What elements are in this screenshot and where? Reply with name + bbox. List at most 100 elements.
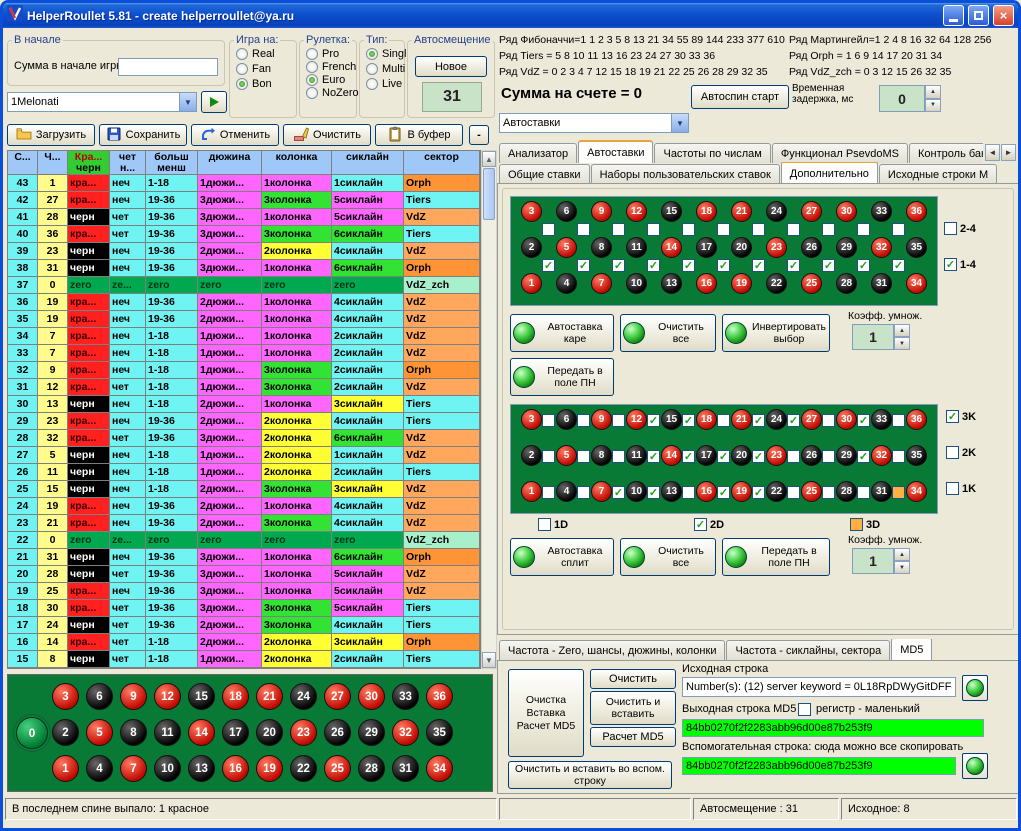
- wheel-number-7[interactable]: 7: [120, 755, 147, 782]
- bet-checkbox[interactable]: [857, 414, 870, 427]
- autobet-split-button[interactable]: Автоставка сплит: [510, 538, 614, 576]
- history-row[interactable]: 4036кра...чет19-363дюжи...3колонка6сикла…: [8, 226, 480, 243]
- bet-number-36[interactable]: 36: [906, 201, 927, 222]
- bet-checkbox[interactable]: [577, 259, 590, 272]
- radio-fan[interactable]: Fan: [236, 63, 275, 75]
- wheel-number-0[interactable]: 0: [16, 717, 48, 749]
- bet-checkbox[interactable]: [612, 450, 625, 463]
- history-row[interactable]: 2832кра...чет19-363дюжи...2колонка6сикла…: [8, 430, 480, 447]
- bet-checkbox[interactable]: [787, 223, 800, 236]
- bet-checkbox[interactable]: [717, 450, 730, 463]
- bet-number-10[interactable]: 10: [626, 273, 647, 294]
- radio-real[interactable]: Real: [236, 48, 275, 60]
- radio-pro[interactable]: Pro: [306, 48, 359, 60]
- bet-checkbox[interactable]: [717, 223, 730, 236]
- history-row[interactable]: 3619кра...неч19-362дюжи...1колонка4сикла…: [8, 294, 480, 311]
- wheel-number-16[interactable]: 16: [222, 755, 249, 782]
- toolbar-undo-button[interactable]: Отменить: [191, 124, 279, 146]
- invert-selection-button[interactable]: Инвертировать выбор: [722, 314, 830, 352]
- history-row[interactable]: 3923черннеч19-362дюжи...2колонка4сиклайн…: [8, 243, 480, 260]
- column-header[interactable]: сиклайн: [332, 151, 404, 175]
- md5-aux-go-button[interactable]: [962, 753, 988, 779]
- checkbox-2d[interactable]: 2D: [694, 518, 724, 531]
- wheel-number-18[interactable]: 18: [222, 683, 249, 710]
- radio-singl[interactable]: Singl: [366, 48, 406, 60]
- bet-checkbox[interactable]: [612, 414, 625, 427]
- wheel-number-14[interactable]: 14: [188, 719, 215, 746]
- wheel-number-4[interactable]: 4: [86, 755, 113, 782]
- scroll-down-icon[interactable]: ▼: [482, 652, 496, 668]
- bet-checkbox[interactable]: [542, 414, 555, 427]
- bet-number-24[interactable]: 24: [766, 201, 787, 222]
- toolbar-clear-button[interactable]: Очистить: [283, 124, 371, 146]
- bet-checkbox[interactable]: [752, 223, 765, 236]
- bet-checkbox[interactable]: [647, 223, 660, 236]
- bet-checkbox[interactable]: [857, 450, 870, 463]
- toolbar-clipboard-button[interactable]: В буфер: [375, 124, 463, 146]
- history-row[interactable]: 1724чернчет19-362дюжи...3колонка4сиклайн…: [8, 617, 480, 634]
- bet-number-16[interactable]: 16: [696, 273, 717, 294]
- bet-number-25[interactable]: 25: [801, 273, 822, 294]
- bet-number-23[interactable]: 23: [766, 237, 787, 258]
- history-row[interactable]: 2131черннеч19-363дюжи...1колонка6сиклайн…: [8, 549, 480, 566]
- wheel-number-22[interactable]: 22: [290, 755, 317, 782]
- wheel-number-24[interactable]: 24: [290, 683, 317, 710]
- main-tabs-2[interactable]: Частоты по числам: [654, 143, 770, 163]
- history-row[interactable]: 329кра...неч1-181дюжи...3колонка2сиклайн…: [8, 362, 480, 379]
- radio-euro[interactable]: Euro: [306, 74, 359, 86]
- md5-register-checkbox[interactable]: [798, 703, 811, 716]
- scrollbar-thumb[interactable]: [483, 168, 495, 220]
- bet-number-21[interactable]: 21: [731, 201, 752, 222]
- bet-checkbox[interactable]: [542, 486, 555, 499]
- checkbox-1d[interactable]: 1D: [538, 518, 568, 531]
- bet-checkbox[interactable]: [822, 259, 835, 272]
- bet-number-31[interactable]: 31: [871, 273, 892, 294]
- bet-checkbox[interactable]: [752, 486, 765, 499]
- tab-scroll-right-icon[interactable]: ►: [1001, 144, 1016, 161]
- bet-number-13[interactable]: 13: [661, 273, 682, 294]
- bet-number-19[interactable]: 19: [731, 273, 752, 294]
- scroll-up-icon[interactable]: ▲: [482, 151, 496, 167]
- bet-number-15[interactable]: 15: [661, 201, 682, 222]
- chevron-down-icon[interactable]: ▼: [671, 114, 688, 132]
- close-button[interactable]: ×: [993, 5, 1014, 26]
- toolbar-save-button[interactable]: Сохранить: [99, 124, 187, 146]
- bet-checkbox[interactable]: [682, 414, 695, 427]
- bet-number-3[interactable]: 3: [521, 201, 542, 222]
- history-row[interactable]: 2028чернчет19-363дюжи...1колонка5сиклайн…: [8, 566, 480, 583]
- wheel-number-21[interactable]: 21: [256, 683, 283, 710]
- wheel-number-31[interactable]: 31: [392, 755, 419, 782]
- radio-nozero[interactable]: NoZero: [306, 87, 359, 99]
- main-tabs-0[interactable]: Анализатор: [499, 143, 577, 163]
- history-row[interactable]: 347кра...неч1-181дюжи...1колонка2сиклайн…: [8, 328, 480, 345]
- bet-checkbox[interactable]: [752, 414, 765, 427]
- column-header[interactable]: колонка: [262, 151, 332, 175]
- history-row[interactable]: 275черннеч1-181дюжи...2колонка1сиклайнVd…: [8, 447, 480, 464]
- bet-number-28[interactable]: 28: [836, 273, 857, 294]
- sub-tabs-0[interactable]: Общие ставки: [499, 164, 590, 184]
- bet-checkbox[interactable]: [682, 259, 695, 272]
- history-row[interactable]: 220zeroze...zerozerozerozeroVdZ_zch: [8, 532, 480, 549]
- history-row[interactable]: 2321кра...неч19-362дюжи...3колонка4сикла…: [8, 515, 480, 532]
- wheel-number-34[interactable]: 34: [426, 755, 453, 782]
- chevron-down-icon[interactable]: ▼: [179, 93, 196, 111]
- wheel-number-23[interactable]: 23: [290, 719, 317, 746]
- bet-checkbox[interactable]: [787, 450, 800, 463]
- column-header[interactable]: С...: [8, 151, 38, 175]
- radio-live[interactable]: Live: [366, 78, 406, 90]
- clear-all-button-2[interactable]: Очистить все: [620, 538, 716, 576]
- md5-aux-field[interactable]: 84bb0270f2f2283abb96d00e87b253f9: [682, 757, 956, 775]
- history-row[interactable]: 3831черннеч19-363дюжи...1колонка6сиклайн…: [8, 260, 480, 277]
- bet-checkbox[interactable]: [612, 259, 625, 272]
- collapse-button[interactable]: -: [469, 125, 489, 145]
- koef-spinner-2[interactable]: 1 ▲ ▼: [852, 548, 910, 574]
- bet-checkbox[interactable]: [822, 414, 835, 427]
- bet-checkbox[interactable]: [892, 450, 905, 463]
- bet-number-30[interactable]: 30: [836, 201, 857, 222]
- bet-checkbox[interactable]: [577, 450, 590, 463]
- bet-checkbox[interactable]: [682, 450, 695, 463]
- bet-number-17[interactable]: 17: [696, 237, 717, 258]
- start-sum-input[interactable]: [118, 58, 218, 76]
- bet-number-5[interactable]: 5: [556, 237, 577, 258]
- bet-number-18[interactable]: 18: [696, 201, 717, 222]
